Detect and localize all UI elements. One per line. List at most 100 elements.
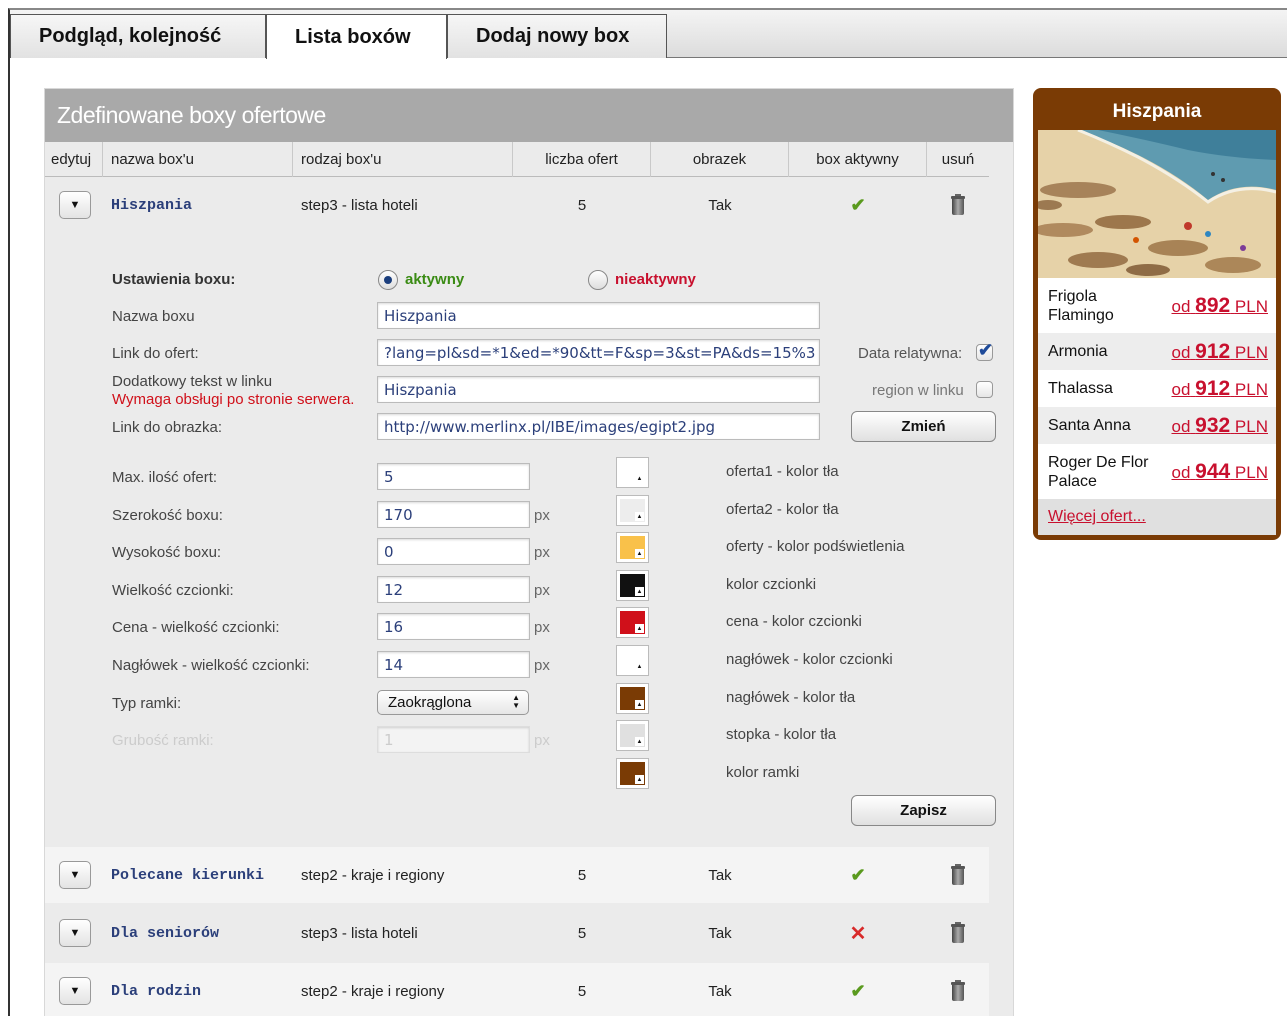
radio-active[interactable] (378, 270, 398, 290)
swatch-fill: ▲ (620, 461, 645, 484)
image-link-input[interactable]: http://www.merlinx.pl/IBE/images/egipt2.… (377, 413, 820, 440)
hotel-name: Armonia (1048, 343, 1108, 360)
column-header: usuń (941, 151, 975, 168)
box-type: step2 - kraje i regiony (301, 982, 445, 1000)
offer-item[interactable]: Thalassa od 912 PLN (1038, 370, 1276, 407)
font-size-input[interactable]: 12 (377, 576, 530, 603)
swatch-arrow-icon: ▲ (635, 624, 644, 633)
swatch-arrow-icon: ▲ (635, 549, 644, 558)
checkmark-icon: ✔ (850, 980, 866, 1001)
price-link[interactable]: od 944 PLN (1171, 460, 1268, 484)
color-label: nagłówek - kolor czcionki (726, 651, 893, 668)
offer-list: Frigola Flamingo od 892 PLN Armonia od 9… (1038, 278, 1276, 535)
swatch-arrow-icon: ▲ (635, 587, 644, 596)
price-currency: PLN (1234, 462, 1268, 482)
swatch-fill: ▲ (620, 724, 645, 747)
offer-item[interactable]: Santa Anna od 932 PLN (1038, 407, 1276, 444)
chevron-down-icon: ▼ (59, 191, 91, 219)
color-swatch[interactable]: ▲ (616, 758, 649, 789)
box-width-input[interactable]: 170 (377, 501, 530, 528)
delete-button[interactable] (927, 905, 989, 961)
relative-date-checkbox[interactable] (976, 340, 993, 361)
tab-preview-order[interactable]: Podgląd, kolejność (10, 14, 266, 58)
color-swatch[interactable]: ▲ (616, 645, 649, 676)
price-link[interactable]: od 912 PLN (1171, 340, 1268, 364)
price-value: 932 (1195, 413, 1231, 437)
settings-header: Ustawienia boxu: (112, 271, 236, 288)
offer-count: 5 (577, 924, 587, 942)
delete-button[interactable] (927, 177, 989, 233)
delete-button[interactable] (927, 963, 989, 1016)
color-label: kolor czcionki (726, 576, 817, 593)
more-offers-link[interactable]: Więcej ofert... (1038, 499, 1276, 535)
offer-item[interactable]: Armonia od 912 PLN (1038, 333, 1276, 370)
color-swatch[interactable]: ▲ (616, 570, 649, 601)
offer-item[interactable]: Roger De Flor Palace od 944 PLN (1038, 444, 1276, 499)
price-value: 912 (1195, 376, 1231, 400)
price-link[interactable]: od 932 PLN (1171, 414, 1268, 438)
color-swatch[interactable]: ▲ (616, 607, 649, 638)
max-offers-input[interactable]: 5 (377, 463, 530, 490)
tab-label: Podgląd, kolejność (39, 25, 222, 47)
price-prefix: od (1171, 296, 1191, 316)
tab-box-list[interactable]: Lista boxów (266, 14, 447, 59)
color-swatch[interactable]: ▲ (616, 720, 649, 751)
column-header: rodzaj box'u (293, 142, 513, 177)
swatch-arrow-icon: ▲ (635, 700, 644, 709)
swatch-fill: ▲ (620, 574, 645, 597)
color-swatch[interactable]: ▲ (616, 495, 649, 526)
unit-label: px (534, 582, 550, 599)
tab-bar: Podgląd, kolejność Lista boxów Dodaj now… (10, 10, 1287, 59)
delete-button[interactable] (927, 847, 989, 903)
swatch-fill: ▲ (620, 649, 645, 672)
extra-text-input[interactable]: Hiszpania (377, 376, 820, 403)
swatch-fill: ▲ (620, 499, 645, 522)
link-input[interactable]: ?lang=pl&sd=*1&ed=*90&tt=F&sp=3&st=PA&ds… (377, 339, 820, 366)
trash-icon (951, 980, 965, 1001)
color-label: oferty - kolor podświetlenia (726, 538, 905, 555)
color-swatch[interactable]: ▲ (616, 683, 649, 714)
price-link[interactable]: od 912 PLN (1171, 377, 1268, 401)
tab-label: Lista boxów (295, 25, 411, 48)
active-status: ✔ (789, 847, 927, 903)
change-button[interactable]: Zmień (851, 411, 996, 442)
swatch-arrow-icon: ▲ (635, 474, 644, 483)
color-swatch[interactable]: ▲ (616, 457, 649, 488)
name-input[interactable]: Hiszpania (377, 302, 820, 329)
header-font-size-input[interactable]: 14 (377, 651, 530, 678)
frame-width-label: Grubość ramki: (112, 732, 214, 749)
unit-label: px (534, 732, 550, 749)
price-value: 912 (1195, 339, 1231, 363)
box-height-input[interactable]: 0 (377, 538, 530, 565)
table-row: ▼ Dla seniorów step3 - lista hoteli 5 Ta… (45, 905, 989, 961)
unit-label: px (534, 657, 550, 674)
column-header: nazwa box'u (103, 142, 293, 177)
radio-inactive[interactable] (588, 270, 608, 290)
color-swatch[interactable]: ▲ (616, 532, 649, 563)
checkmark-icon: ✔ (850, 194, 866, 215)
trash-icon (951, 194, 965, 215)
frame-type-select[interactable]: Zaokrąglona ▲ ▼ (377, 690, 529, 715)
region-link-checkbox[interactable] (976, 381, 993, 398)
price-prefix: od (1171, 416, 1191, 436)
has-image: Tak (708, 196, 732, 214)
expand-button[interactable]: ▼ (59, 847, 91, 903)
save-button[interactable]: Zapisz (851, 795, 996, 826)
main-frame: Podgląd, kolejność Lista boxów Dodaj now… (8, 8, 1287, 1016)
color-label: kolor ramki (726, 764, 800, 781)
field-label: Wysokość boxu: (112, 544, 222, 561)
table-header: edytuj nazwa box'u rodzaj box'u liczba o… (45, 142, 989, 177)
offer-item[interactable]: Frigola Flamingo od 892 PLN (1038, 278, 1276, 333)
tab-add-box[interactable]: Dodaj nowy box (447, 14, 667, 58)
expand-button[interactable]: ▼ (59, 905, 91, 961)
beach-image-graphic (1038, 130, 1276, 278)
expand-button[interactable]: ▼ (59, 177, 91, 233)
hotel-name: Frigola Flamingo (1048, 287, 1114, 324)
relative-date-label: Data relatywna: (858, 345, 963, 362)
beach-image (1038, 130, 1276, 278)
price-prefix: od (1171, 379, 1191, 399)
expand-button[interactable]: ▼ (59, 963, 91, 1016)
price-link[interactable]: od 892 PLN (1171, 294, 1268, 318)
offer-count: 5 (577, 982, 587, 1000)
price-font-size-input[interactable]: 16 (377, 613, 530, 640)
